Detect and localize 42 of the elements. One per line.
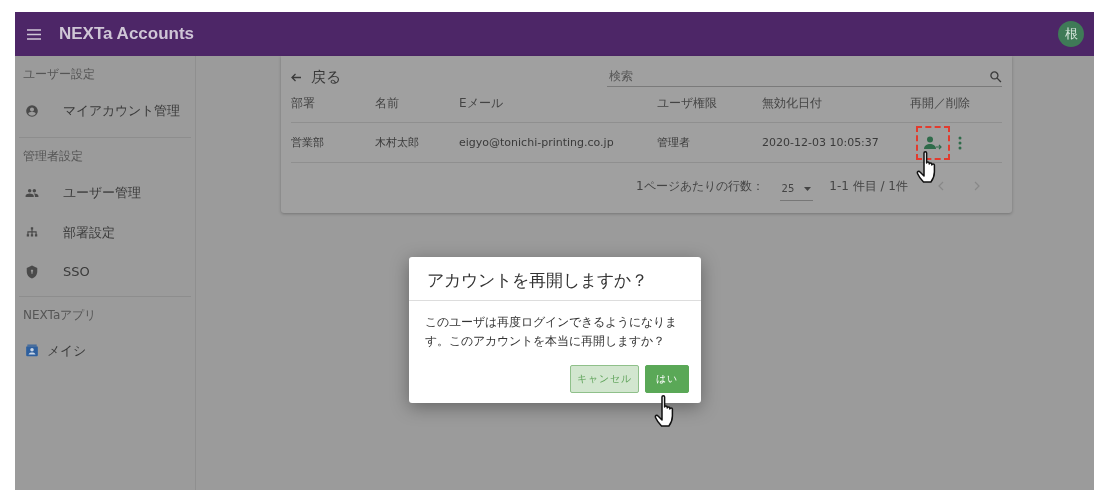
contact-card-icon [25, 344, 39, 358]
sidebar-item[interactable]: マイアカウント管理 [19, 91, 191, 131]
table-cell: 2020-12-03 10:05:37 [762, 123, 910, 163]
sidebar-item[interactable]: SSO [19, 253, 191, 290]
column-header: 無効化日付 [762, 87, 910, 123]
section-heading: 管理者設定 [22, 148, 84, 165]
more-vertical-icon [958, 135, 962, 150]
hierarchy-icon [25, 226, 39, 240]
people-icon [25, 186, 39, 200]
rows-per-page-select[interactable]: 25 [779, 181, 814, 201]
dialog-title: アカウントを再開しますか？ [408, 257, 701, 301]
dialog-message: このユーザは再度ログインできるようになります。このアカウントを本当に再開しますか？ [423, 314, 678, 351]
shield-icon [25, 264, 39, 279]
table-cell: 木村太郎 [375, 123, 459, 163]
sidebar-item[interactable]: メイシ [19, 332, 191, 366]
user-avatar[interactable]: 根 [1058, 21, 1084, 47]
table-cell: 営業部 [291, 123, 375, 163]
next-page-icon[interactable] [974, 181, 980, 191]
confirm-button[interactable]: はい [644, 365, 689, 394]
search-icon[interactable] [989, 69, 1002, 83]
sidebar-item[interactable]: 部署設定 [19, 213, 191, 253]
section-heading: NEXTaアプリ [22, 307, 98, 324]
previous-page-icon[interactable] [938, 181, 944, 191]
menu-icon[interactable] [27, 28, 41, 40]
section-heading: ユーザー設定 [22, 66, 96, 83]
table-cell: eigyo@tonichi-printing.co.jp [459, 123, 657, 163]
cancel-button[interactable]: キャンセル [569, 365, 639, 394]
dropdown-caret-icon [804, 186, 812, 191]
column-header: 再開／削除 [910, 87, 1002, 123]
column-header: Eメール [459, 87, 657, 123]
page-range: 1-1 件目 / 1件 [829, 177, 908, 195]
app-title: NEXTa Accounts [59, 24, 196, 44]
sidebar-item[interactable]: ユーザー管理 [19, 173, 191, 213]
table-cell: 管理者 [657, 123, 762, 163]
person-arrow-icon [924, 135, 942, 150]
rows-per-page-label: 1ページあたりの行数： [635, 177, 764, 195]
column-header: ユーザ権限 [657, 87, 762, 123]
column-header: 名前 [375, 87, 459, 123]
back-link[interactable]: 戻る [291, 66, 341, 87]
search-field[interactable]: 検索 [607, 68, 989, 84]
column-header: 部署 [291, 87, 375, 123]
back-arrow-icon [291, 73, 301, 82]
